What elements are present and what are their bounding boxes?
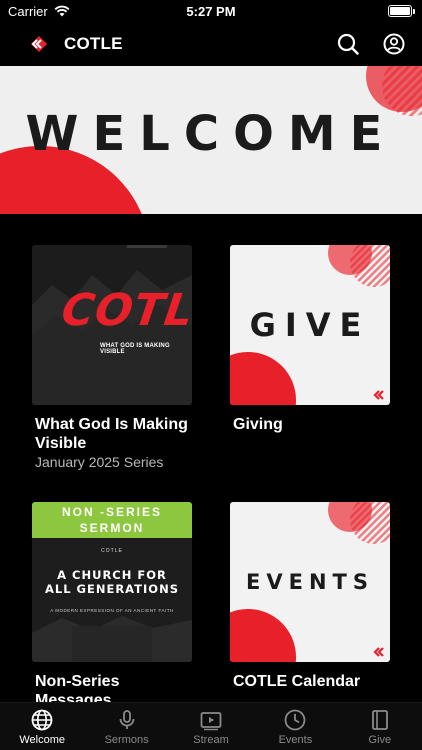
series-card-non-series-messages[interactable]: NON -SERIES SERMON COTLE A CHURCH FOR AL… bbox=[32, 502, 192, 710]
thumbnail-brand: COTLE bbox=[58, 285, 192, 336]
microphone-icon bbox=[119, 709, 135, 729]
tab-label: Welcome bbox=[19, 733, 66, 746]
battery-level bbox=[390, 7, 410, 15]
app-title: COTLE bbox=[64, 34, 123, 53]
carrier-label: Carrier bbox=[8, 3, 48, 19]
tab-bar: Welcome Sermons Stream Events Give bbox=[0, 702, 422, 750]
cotle-logo-icon bbox=[30, 35, 48, 53]
app-header: COTLE bbox=[0, 22, 422, 66]
series-card-what-god-is-making-visible[interactable]: COTLE WHAT GOD IS MAKING VISIBLE What Go… bbox=[32, 245, 192, 471]
card-subtitle: January 2025 Series bbox=[35, 454, 164, 470]
clock-icon bbox=[285, 709, 306, 730]
status-bar: Carrier 5:27 PM bbox=[0, 0, 422, 22]
search-icon bbox=[337, 33, 359, 55]
calendar-card[interactable]: EVENTS COTLE Calendar bbox=[230, 502, 390, 691]
profile-button[interactable] bbox=[382, 32, 406, 56]
thumbnail-tagline: WHAT GOD IS MAKING VISIBLE bbox=[100, 343, 170, 355]
thumbnail-brand: COTLE bbox=[101, 548, 123, 554]
thumbnail-banner: NON -SERIES SERMON bbox=[32, 502, 192, 538]
search-button[interactable] bbox=[336, 32, 360, 56]
events-thumbnail: EVENTS bbox=[230, 502, 390, 662]
banner-title: WELCOME bbox=[25, 106, 397, 162]
book-icon bbox=[371, 709, 388, 730]
tab-label: Stream bbox=[193, 733, 229, 746]
tab-welcome[interactable]: Welcome bbox=[0, 703, 84, 750]
card-title: COTLE Calendar bbox=[233, 673, 361, 690]
user-icon bbox=[383, 33, 405, 55]
series-thumbnail: NON -SERIES SERMON COTLE A CHURCH FOR AL… bbox=[32, 502, 192, 662]
thumbnail-word: GIVE bbox=[249, 306, 371, 344]
battery-icon bbox=[388, 5, 415, 17]
wifi-icon bbox=[54, 5, 70, 17]
welcome-banner[interactable]: WELCOME bbox=[0, 66, 422, 214]
tab-events[interactable]: Events bbox=[253, 703, 337, 750]
thumbnail-headline: A CHURCH FOR ALL GENERATIONS bbox=[44, 568, 179, 596]
giving-card[interactable]: GIVE Giving bbox=[230, 245, 390, 434]
tab-label: Give bbox=[368, 733, 392, 746]
series-thumbnail: COTLE WHAT GOD IS MAKING VISIBLE bbox=[32, 245, 192, 405]
tab-label: Sermons bbox=[104, 733, 149, 746]
card-title: What God Is Making Visible bbox=[35, 416, 188, 452]
globe-icon bbox=[31, 709, 53, 730]
tab-sermons[interactable]: Sermons bbox=[84, 703, 168, 750]
thumbnail-tagline: A MODERN EXPRESSION OF AN ANCIENT FAITH bbox=[50, 608, 174, 613]
video-play-icon bbox=[200, 711, 222, 730]
tab-stream[interactable]: Stream bbox=[169, 703, 253, 750]
tab-give[interactable]: Give bbox=[338, 703, 422, 750]
thumbnail-word: EVENTS bbox=[246, 570, 374, 594]
give-thumbnail: GIVE bbox=[230, 245, 390, 405]
building-artwork bbox=[32, 538, 192, 662]
card-title: Giving bbox=[233, 416, 283, 433]
tab-label: Events bbox=[278, 733, 313, 746]
